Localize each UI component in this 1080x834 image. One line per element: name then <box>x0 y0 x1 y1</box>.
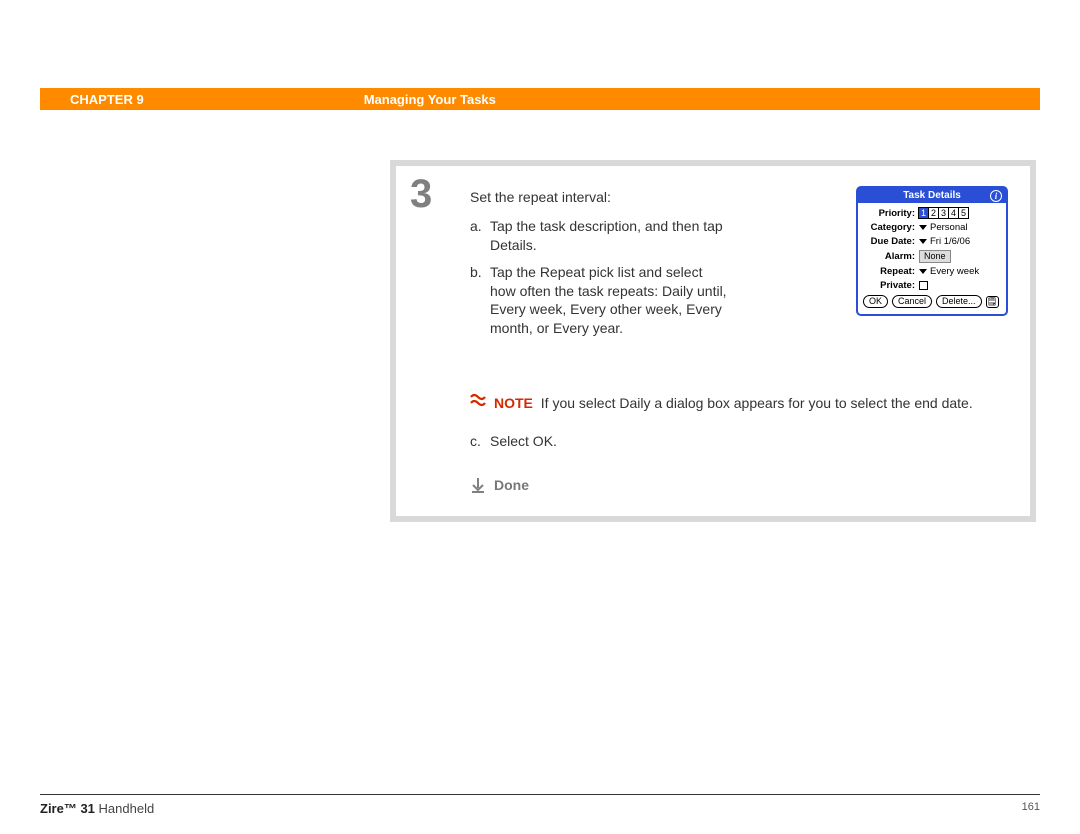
category-row: Category: Personal <box>863 222 1001 233</box>
chapter-header: CHAPTER 9 Managing Your Tasks <box>40 88 1040 110</box>
footer-product-bold: Zire™ 31 <box>40 801 95 816</box>
page-footer: Zire™ 31 Handheld 161 <box>40 794 1040 816</box>
repeat-label: Repeat: <box>863 266 915 277</box>
due-date-value[interactable]: Fri 1/6/06 <box>930 236 970 247</box>
done-row: Done <box>470 477 1008 493</box>
note-icon <box>470 392 486 408</box>
priority-row: Priority: 1 2 3 4 5 <box>863 207 1001 219</box>
private-row: Private: <box>863 280 1001 291</box>
priority-5[interactable]: 5 <box>958 207 969 219</box>
alarm-row: Alarm: None <box>863 250 1001 263</box>
substep-a-text: Tap the task description, and then tap D… <box>490 217 730 255</box>
repeat-value[interactable]: Every week <box>930 266 979 277</box>
due-date-label: Due Date: <box>863 236 915 247</box>
note-text: NOTE If you select Daily a dialog box ap… <box>494 395 973 411</box>
substep-b: b. Tap the Repeat pick list and select h… <box>470 263 730 339</box>
step-text-column: Set the repeat interval: a. Tap the task… <box>470 188 730 338</box>
priority-selector[interactable]: 1 2 3 4 5 <box>919 207 969 219</box>
done-arrow-icon <box>470 477 486 493</box>
done-label: Done <box>494 477 529 493</box>
task-details-title-text: Task Details <box>903 190 961 201</box>
chapter-number: CHAPTER 9 <box>70 92 144 107</box>
private-label: Private: <box>863 280 915 291</box>
priority-label: Priority: <box>863 208 915 219</box>
substep-c: c. Select OK. <box>470 433 1008 449</box>
page-number: 161 <box>1022 801 1040 816</box>
category-value[interactable]: Personal <box>930 222 968 233</box>
due-date-row: Due Date: Fri 1/6/06 <box>863 236 1001 247</box>
substep-c-text: Select OK. <box>490 433 557 449</box>
step-panel: 3 Set the repeat interval: a. Tap the ta… <box>390 160 1036 522</box>
dropdown-icon[interactable] <box>919 225 927 230</box>
category-label: Category: <box>863 222 915 233</box>
task-details-dialog: Task Details i Priority: 1 2 3 4 5 Categ… <box>856 186 1008 316</box>
substep-b-text: Tap the Repeat pick list and select how … <box>490 263 730 339</box>
note-body: If you select Daily a dialog box appears… <box>541 395 973 411</box>
substep-c-letter: c. <box>470 433 490 449</box>
cancel-button[interactable]: Cancel <box>892 295 932 308</box>
ok-button[interactable]: OK <box>863 295 888 308</box>
task-details-body: Priority: 1 2 3 4 5 Category: Personal D… <box>858 203 1006 314</box>
dropdown-icon[interactable] <box>919 239 927 244</box>
note-button[interactable]: 🗒 <box>986 296 999 308</box>
alarm-value[interactable]: None <box>919 250 951 263</box>
step-panel-inner: 3 Set the repeat interval: a. Tap the ta… <box>396 166 1030 516</box>
substep-a: a. Tap the task description, and then ta… <box>470 217 730 255</box>
dropdown-icon[interactable] <box>919 269 927 274</box>
repeat-row: Repeat: Every week <box>863 266 1001 277</box>
footer-product-rest: Handheld <box>95 801 154 816</box>
note-row: NOTE If you select Daily a dialog box ap… <box>470 392 1008 411</box>
alarm-label: Alarm: <box>863 251 915 262</box>
step-intro: Set the repeat interval: <box>470 188 730 207</box>
footer-product: Zire™ 31 Handheld <box>40 801 154 816</box>
task-details-title: Task Details i <box>858 188 1006 203</box>
info-icon[interactable]: i <box>990 190 1002 202</box>
step-number: 3 <box>410 172 432 217</box>
delete-button[interactable]: Delete... <box>936 295 982 308</box>
chapter-title: Managing Your Tasks <box>364 92 496 107</box>
note-label: NOTE <box>494 395 533 411</box>
private-checkbox[interactable] <box>919 281 928 290</box>
substep-a-letter: a. <box>470 217 490 255</box>
substep-b-letter: b. <box>470 263 490 339</box>
dialog-buttons: OK Cancel Delete... 🗒 <box>863 295 1001 308</box>
